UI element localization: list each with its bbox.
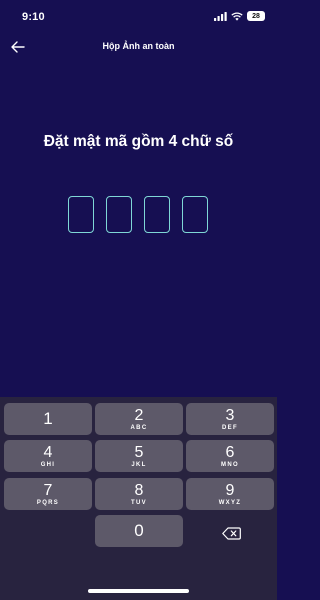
passcode-heading: Đặt mật mã gồm 4 chữ số bbox=[43, 133, 234, 150]
key-letters: JKL bbox=[131, 461, 147, 468]
key-digit: 1 bbox=[43, 409, 53, 428]
key-4[interactable]: 4 GHI bbox=[4, 440, 92, 472]
key-digit: 3 bbox=[225, 406, 235, 424]
pin-digit-box bbox=[182, 196, 208, 233]
delete-key[interactable] bbox=[216, 523, 246, 543]
status-icons: 28 bbox=[214, 11, 265, 21]
key-6[interactable]: 6 MNO bbox=[186, 440, 274, 472]
key-digit: 5 bbox=[134, 443, 144, 461]
signal-icon bbox=[214, 11, 227, 21]
key-digit: 8 bbox=[134, 481, 144, 499]
nav-bar: Hộp Ảnh an toàn bbox=[0, 34, 277, 60]
key-7[interactable]: 7 PQRS bbox=[4, 478, 92, 510]
home-indicator bbox=[88, 589, 189, 593]
key-letters: WXYZ bbox=[218, 499, 242, 506]
wifi-icon bbox=[231, 11, 243, 21]
key-digit: 9 bbox=[225, 481, 235, 499]
key-letters: MNO bbox=[221, 461, 239, 468]
key-digit: 2 bbox=[134, 406, 144, 424]
battery-icon: 28 bbox=[247, 11, 265, 21]
key-letters: TUV bbox=[131, 499, 147, 506]
key-1[interactable]: 1 bbox=[4, 403, 92, 435]
key-5[interactable]: 5 JKL bbox=[95, 440, 183, 472]
key-digit: 6 bbox=[225, 443, 235, 461]
pin-digit-box bbox=[144, 196, 170, 233]
backspace-icon bbox=[221, 526, 241, 540]
pin-digit-box bbox=[68, 196, 94, 233]
page-title: Hộp Ảnh an toàn bbox=[102, 41, 175, 51]
pin-digit-box bbox=[106, 196, 132, 233]
key-digit: 0 bbox=[134, 521, 144, 540]
status-bar: 9:10 28 bbox=[0, 0, 277, 34]
key-digit: 4 bbox=[43, 443, 53, 461]
battery-level: 28 bbox=[252, 12, 260, 20]
pin-input[interactable] bbox=[68, 196, 208, 233]
key-3[interactable]: 3 DEF bbox=[186, 403, 274, 435]
key-0[interactable]: 0 bbox=[95, 515, 183, 547]
key-letters: DEF bbox=[222, 424, 238, 431]
key-digit: 7 bbox=[43, 481, 53, 499]
status-time: 9:10 bbox=[22, 11, 45, 23]
key-letters: ABC bbox=[130, 424, 148, 431]
key-8[interactable]: 8 TUV bbox=[95, 478, 183, 510]
key-letters: GHI bbox=[40, 461, 56, 468]
key-9[interactable]: 9 WXYZ bbox=[186, 478, 274, 510]
key-2[interactable]: 2 ABC bbox=[95, 403, 183, 435]
key-letters: PQRS bbox=[36, 499, 60, 506]
